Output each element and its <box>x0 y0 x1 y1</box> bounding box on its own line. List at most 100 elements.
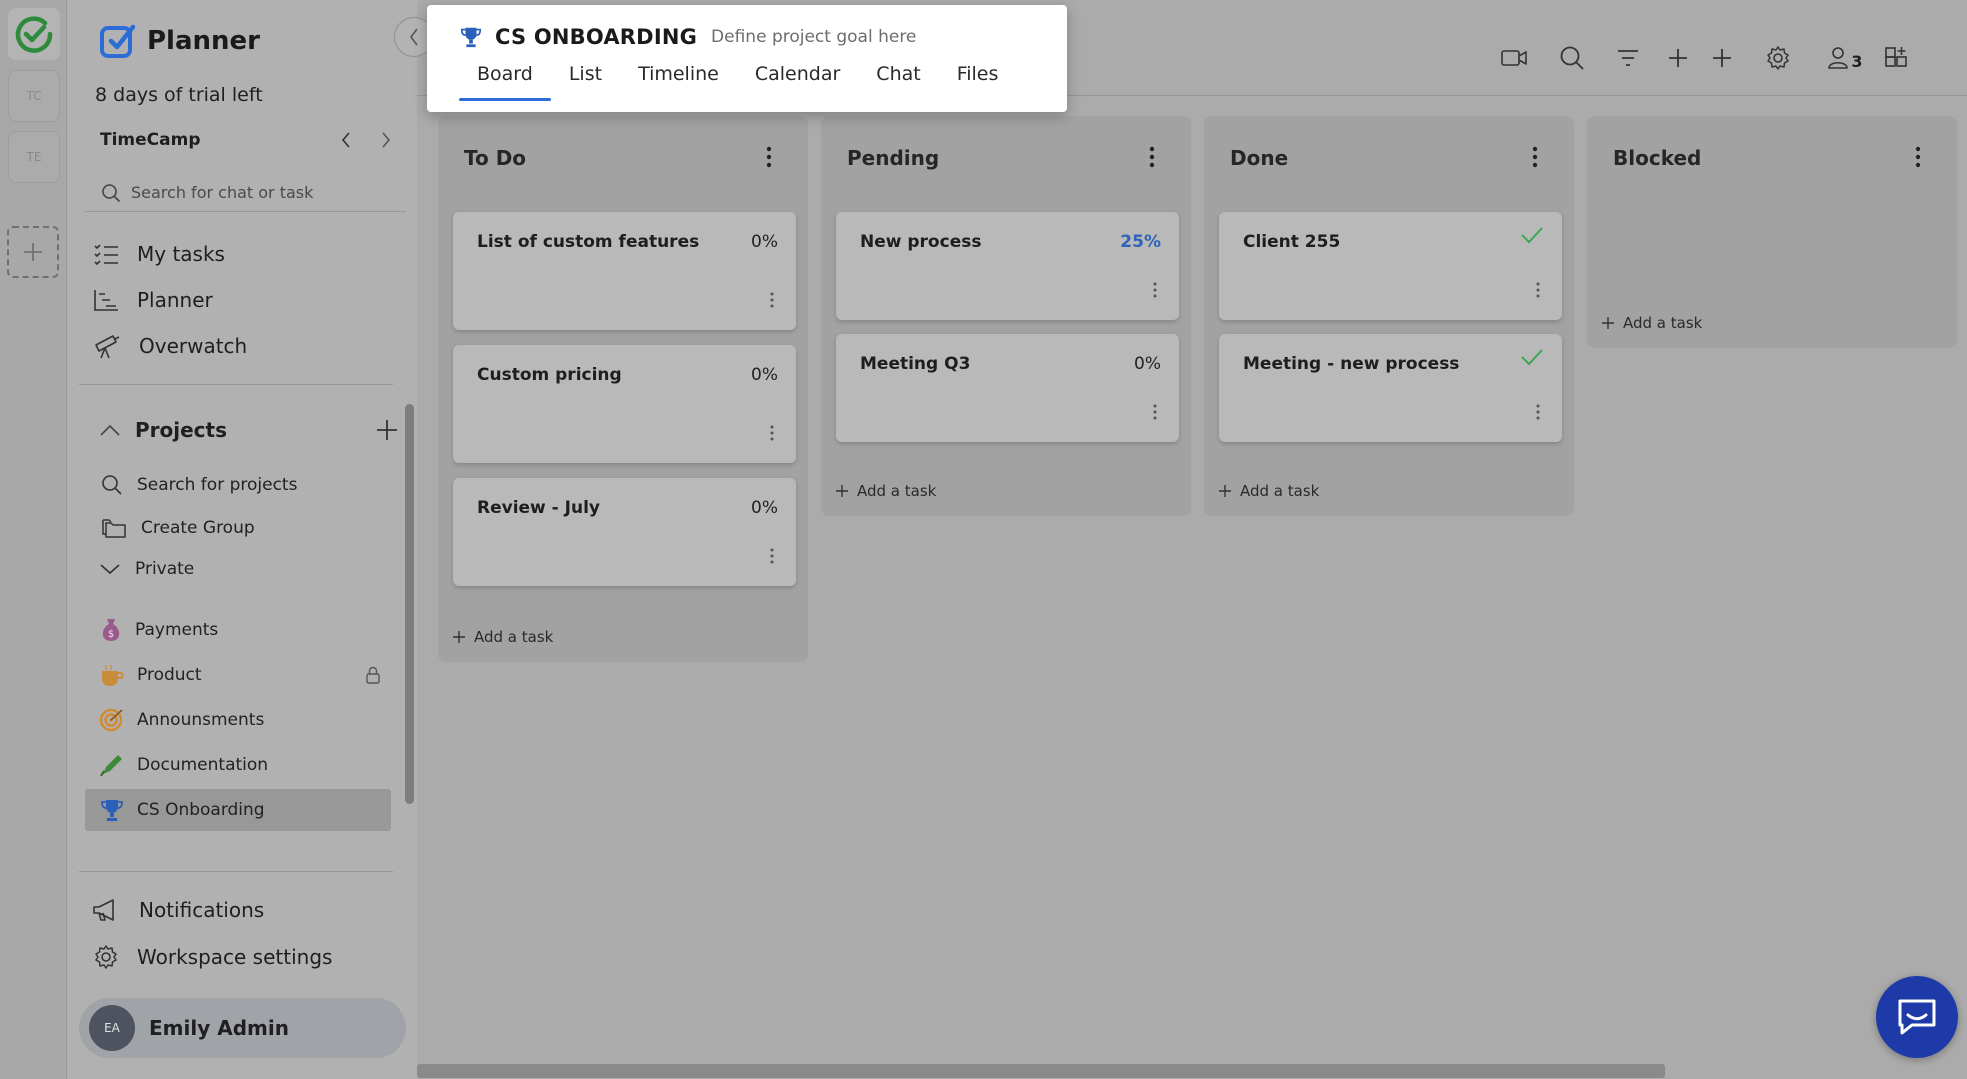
tab-files[interactable]: Files <box>939 61 1017 101</box>
search-button[interactable] <box>1556 42 1588 74</box>
user-name: Emily Admin <box>149 1016 289 1040</box>
column-title[interactable]: Done <box>1230 146 1288 170</box>
add-column-button[interactable] <box>1706 42 1738 74</box>
task-list-icon <box>94 244 118 266</box>
filter-button[interactable] <box>1612 42 1644 74</box>
project-item-cs-onboarding[interactable]: CS Onboarding <box>85 789 391 831</box>
add-task-button[interactable]: Add a task <box>452 628 553 646</box>
filter-icon <box>1618 50 1638 66</box>
checkmark-icon <box>1521 349 1543 366</box>
add-task-label: Add a task <box>857 482 937 500</box>
nav-overwatch[interactable]: Overwatch <box>93 333 247 359</box>
board-horizontal-scrollbar[interactable] <box>417 1064 1665 1078</box>
money-bag-icon: $ <box>102 619 120 641</box>
kebab-menu-icon <box>1915 146 1921 168</box>
workspace-rail: TC TE <box>0 0 67 1079</box>
plus-icon <box>1669 49 1687 67</box>
task-card[interactable]: List of custom features 0% <box>453 212 796 330</box>
project-item-product[interactable]: Product <box>85 654 391 696</box>
column-title[interactable]: Blocked <box>1613 146 1701 170</box>
members-button[interactable]: 3 <box>1822 42 1868 74</box>
project-tabs: Board List Timeline Calendar Chat Files <box>459 61 1016 101</box>
private-group-toggle[interactable]: Private <box>99 559 194 579</box>
task-menu-button[interactable] <box>1536 282 1540 302</box>
task-title: Client 255 <box>1243 232 1341 252</box>
timecamp-logo[interactable] <box>8 8 60 60</box>
task-complete-toggle[interactable] <box>1520 348 1544 370</box>
add-task-button[interactable]: Add a task <box>835 482 936 500</box>
column-menu-button[interactable] <box>1149 146 1155 172</box>
user-profile[interactable]: EA Emily Admin <box>79 998 406 1058</box>
integrations-button[interactable] <box>1880 42 1912 74</box>
project-label: Payments <box>135 620 219 640</box>
task-title: Review - July <box>477 498 600 518</box>
add-project-icon[interactable] <box>375 418 399 442</box>
project-item-announsments[interactable]: Announsments <box>85 699 391 741</box>
project-goal-input[interactable]: Define project goal here <box>711 27 916 47</box>
trial-notice[interactable]: 8 days of trial left <box>95 84 263 106</box>
task-card[interactable]: Meeting - new process <box>1219 334 1562 442</box>
gear-icon <box>95 945 117 969</box>
task-menu-button[interactable] <box>770 292 774 312</box>
kebab-menu-icon <box>1153 282 1157 298</box>
nav-notifications[interactable]: Notifications <box>91 898 264 922</box>
nav-my-tasks[interactable]: My tasks <box>93 242 225 266</box>
app-brand[interactable]: Planner <box>99 22 260 60</box>
task-menu-button[interactable] <box>770 548 774 568</box>
column-menu-button[interactable] <box>1532 146 1538 172</box>
task-title: Meeting - new process <box>1243 354 1460 374</box>
column-title[interactable]: To Do <box>464 146 526 170</box>
task-menu-button[interactable] <box>1153 404 1157 424</box>
gear-icon <box>1767 46 1789 70</box>
search-projects[interactable]: Search for projects <box>101 474 297 496</box>
tab-chat[interactable]: Chat <box>858 61 938 101</box>
task-menu-button[interactable] <box>1536 404 1540 424</box>
projects-header: Projects <box>99 418 399 442</box>
chevron-up-icon[interactable] <box>99 423 121 437</box>
tab-timeline[interactable]: Timeline <box>620 61 737 101</box>
projects-label: Projects <box>135 418 228 442</box>
project-item-documentation[interactable]: Documentation <box>85 744 391 786</box>
add-button[interactable] <box>1662 42 1694 74</box>
tab-board[interactable]: Board <box>459 61 551 101</box>
workspace-selector: TimeCamp <box>100 130 406 150</box>
tab-list[interactable]: List <box>551 61 620 101</box>
video-call-button[interactable] <box>1498 42 1530 74</box>
task-card[interactable]: Custom pricing 0% <box>453 345 796 463</box>
project-label: Announsments <box>137 710 265 730</box>
tab-calendar[interactable]: Calendar <box>737 61 858 101</box>
gantt-icon <box>94 290 118 311</box>
workspace-switch-tc[interactable]: TC <box>8 70 60 122</box>
search-input[interactable] <box>131 183 391 202</box>
next-workspace-button[interactable] <box>366 131 406 149</box>
task-menu-button[interactable] <box>1153 282 1157 302</box>
task-card[interactable]: New process 25% <box>836 212 1179 320</box>
prev-workspace-button[interactable] <box>326 131 366 149</box>
create-group[interactable]: Create Group <box>101 517 255 539</box>
folder-icon <box>102 519 126 538</box>
column-menu-button[interactable] <box>766 146 772 172</box>
column-title[interactable]: Pending <box>847 146 939 170</box>
task-card[interactable]: Review - July 0% <box>453 478 796 586</box>
add-task-label: Add a task <box>1623 314 1703 332</box>
add-workspace-button[interactable] <box>7 226 59 278</box>
task-menu-button[interactable] <box>770 425 774 445</box>
project-settings-button[interactable] <box>1762 42 1794 74</box>
task-complete-toggle[interactable] <box>1520 226 1544 248</box>
add-task-button[interactable]: Add a task <box>1601 314 1702 332</box>
task-card[interactable]: Client 255 <box>1219 212 1562 320</box>
add-task-button[interactable]: Add a task <box>1218 482 1319 500</box>
column-menu-button[interactable] <box>1915 146 1921 172</box>
nav-workspace-settings[interactable]: Workspace settings <box>93 944 332 970</box>
video-camera-icon <box>1501 50 1527 66</box>
task-card[interactable]: Meeting Q3 0% <box>836 334 1179 442</box>
lock-icon <box>366 666 380 684</box>
project-item-payments[interactable]: $ Payments <box>85 609 391 651</box>
project-name[interactable]: CS ONBOARDING <box>495 25 697 49</box>
add-task-label: Add a task <box>474 628 554 646</box>
nav-planner[interactable]: Planner <box>93 288 213 312</box>
support-chat-button[interactable] <box>1876 976 1958 1058</box>
workspace-switch-te[interactable]: TE <box>8 131 60 183</box>
private-label: Private <box>135 559 195 579</box>
sidebar-scrollbar[interactable] <box>405 404 414 804</box>
